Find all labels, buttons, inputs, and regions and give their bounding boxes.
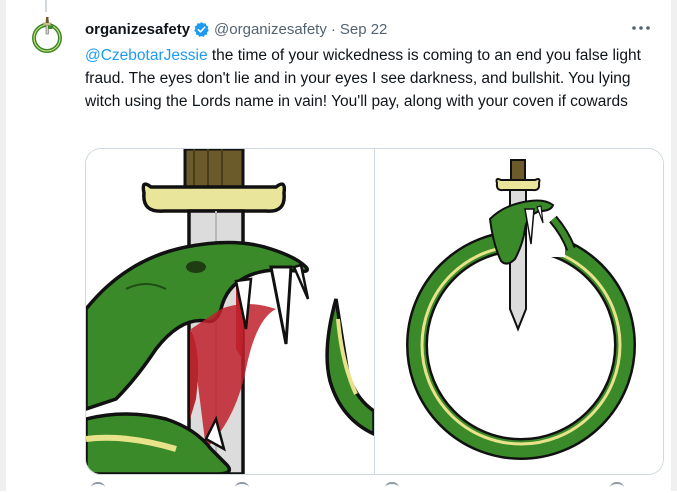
mention-link[interactable]: @CzebotarJessie (85, 47, 208, 64)
user-handle[interactable]: @organizesafety (214, 21, 327, 38)
separator-dot: · (330, 21, 336, 38)
tweet-date[interactable]: Sep 22 (340, 21, 388, 38)
window-right-edge (671, 0, 677, 491)
like-icon[interactable] (385, 482, 399, 493)
avatar[interactable] (26, 14, 68, 56)
more-options-button[interactable] (629, 18, 653, 38)
more-options-icon (632, 26, 650, 30)
verified-badge-icon (194, 22, 209, 37)
thread-connector-line (45, 0, 47, 12)
display-name[interactable]: organizesafety (85, 21, 190, 38)
reply-icon[interactable] (91, 482, 105, 493)
media-image-closeup[interactable] (86, 149, 376, 474)
tweet-card[interactable]: organizesafety @organizesafety · Sep 22 … (6, 0, 671, 491)
tweet-action-bar (85, 482, 645, 491)
media-image-full-logo[interactable] (374, 149, 663, 474)
snake-dagger-logo-image (406, 159, 636, 460)
media-grid (85, 148, 664, 475)
snake-dagger-avatar-icon (32, 17, 62, 53)
retweet-icon[interactable] (235, 482, 249, 493)
tweet-text: @CzebotarJessie the time of your wickedn… (85, 44, 660, 113)
snake-dagger-closeup-image (86, 149, 376, 474)
tweet-header: organizesafety @organizesafety · Sep 22 (85, 21, 387, 38)
share-icon[interactable] (610, 482, 624, 493)
